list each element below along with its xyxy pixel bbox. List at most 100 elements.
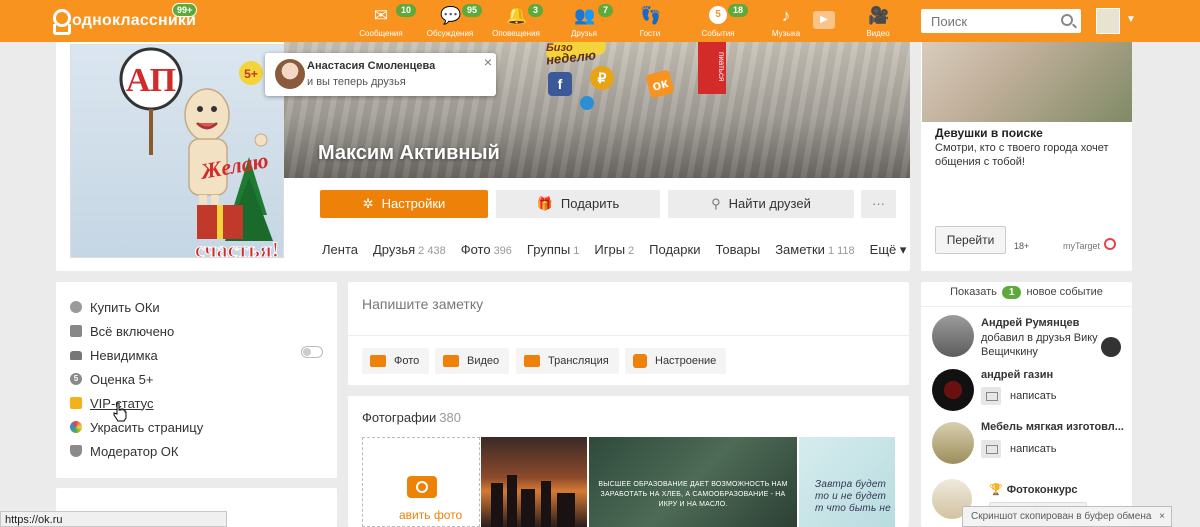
avatar-happy-text: счастья! [195,237,279,258]
note-photo-button[interactable]: Фото [362,348,430,374]
nav-messages[interactable]: ✉ 10 Сообщения [358,0,417,42]
friend-notification-popup[interactable]: Анастасия Смоленцева и вы теперь друзья … [265,53,496,96]
tab-gifts[interactable]: Подарки [649,242,700,258]
search-icon[interactable] [1061,14,1073,26]
rating-five-plus-icon: 5 [70,373,82,385]
nav-notifications[interactable]: 🔔 3 Оповещения [488,0,544,42]
tab-more[interactable]: Ещё ▾ [870,242,907,258]
show-new-events[interactable]: Показать 1 новое событие [921,286,1132,299]
friends-icon: 👥 [574,6,596,25]
tab-count: 2 [628,245,635,257]
feed-name-1[interactable]: Андрей Румянцев [981,317,1079,329]
add-photo-button[interactable]: авить фото [362,437,480,527]
note-action-label: Видео [467,355,500,367]
more-button[interactable]: ··· [861,190,896,218]
tab-games[interactable]: Игры 2 [594,242,634,258]
note-mood-button[interactable]: Настроение [625,348,727,374]
menu-invisible[interactable]: Невидимка [70,346,158,364]
photos-section: Фотографии 380 авить фото ВЫСШЕЕ ОБРАЗОВА… [348,396,909,527]
nav-friends[interactable]: 👥 7 Друзья [562,0,614,42]
menu-decorate[interactable]: Украсить страницу [70,418,203,436]
tab-goods[interactable]: Товары [715,242,760,258]
menu-moderator[interactable]: Модератор ОК [70,442,178,460]
screenshot-toast: Скриншот скопирован в буфер обмена × [962,506,1172,527]
nav-video[interactable]: 🎥 Видео [860,0,896,42]
user-avatar[interactable] [1096,8,1120,34]
close-icon[interactable]: × [1159,507,1165,526]
tab-friends[interactable]: Друзья 2 438 [373,242,446,258]
search-box[interactable] [921,9,1081,33]
ok-logo[interactable]: одноклассники 99+ [52,3,198,35]
nav-music[interactable]: ♪ Музыка [766,0,806,42]
feed-avatar-1[interactable] [932,315,974,357]
ad-text[interactable]: Смотри, кто с твоего города хочет общени… [935,141,1125,169]
bell-icon: 🔔 [506,6,528,25]
tab-photos[interactable]: Фото 396 [461,242,512,258]
gift-button[interactable]: 🎁 Подарить [496,190,660,218]
avatar-letters: АП [126,62,176,99]
feed-write-button-3[interactable]: написать [981,440,1056,458]
envelope-icon [981,387,1001,405]
ad-go-button[interactable]: Перейти [935,226,1006,254]
feed-avatar-2[interactable] [932,369,974,411]
note-input[interactable]: Напишите заметку [362,296,483,312]
photos-title[interactable]: Фотографии 380 [362,410,461,425]
nav-play[interactable]: ▶ [812,0,836,42]
feed-mini-avatar[interactable] [1101,337,1121,357]
ok-logo-icon [52,9,71,35]
note-video-button[interactable]: Видео [435,348,510,374]
ad-banner[interactable]: Девушки в поиске Смотри, кто с твоего го… [921,42,1132,271]
feed-avatar-3[interactable] [932,422,974,464]
envelope-icon: ✉ [373,6,389,25]
photo-thumb-tomorrow[interactable]: Завтра будет то и не будет т что быть не [799,437,895,527]
ad-network-label[interactable]: myTarget [1063,241,1100,251]
notification-name[interactable]: Анастасия Смоленцева [307,60,435,72]
nav-guests[interactable]: 👣 Гости [632,0,668,42]
tab-label: Игры [594,242,626,257]
invisible-toggle[interactable] [301,346,323,358]
tab-label: Группы [526,242,571,257]
moderator-shield-icon [70,445,82,457]
gear-icon: ✲ [362,196,374,211]
tab-groups[interactable]: Группы 1 [527,242,579,258]
tab-notes[interactable]: Заметки 1 118 [775,242,854,258]
note-stream-button[interactable]: Трансляция [516,348,619,374]
photo-thumb-city[interactable] [481,437,587,527]
tab-label: Заметки [775,242,825,257]
ad-image[interactable] [922,42,1132,122]
hand-cursor-icon [113,402,127,422]
feed-write-button-2[interactable]: написать [981,387,1056,405]
nav-events-label: События [701,29,735,38]
menu-all-inclusive[interactable]: Всё включено [70,322,174,340]
settings-button[interactable]: ✲ Настройки [320,190,488,218]
menu-label: Невидимка [90,347,158,363]
profile-name[interactable]: Максим Активный [318,142,500,165]
feed-name-2[interactable]: андрей газин [981,369,1053,381]
tab-label: Товары [715,242,761,257]
notification-avatar[interactable] [275,59,305,89]
avatar-illustration: АП 5+ Желаю счастья! [119,47,280,258]
nav-friends-label: Друзья [571,29,597,38]
feed-name-3[interactable]: Мебель мягкая изготовл... [981,421,1124,433]
tab-feed[interactable]: Лента [322,242,358,258]
play-icon: ▶ [813,11,835,29]
tab-label: Лента [322,242,358,257]
nav-discussions[interactable]: 💬 95 Обсуждения [422,0,483,42]
menu-vip[interactable]: VIP-статус [70,394,154,412]
photo-thumb-quote[interactable]: ВЫСШЕЕ ОБРАЗОВАНИЕ ДАЕТ ВОЗМОЖНОСТЬ НАМ … [589,437,797,527]
tab-label: Фото [460,242,491,257]
nav-notifications-label: Оповещения [492,29,540,38]
menu-rating[interactable]: 5 Оценка 5+ [70,370,153,388]
profile-avatar[interactable]: АП 5+ Желаю счастья! [70,44,284,258]
menu-buy-ok[interactable]: Купить ОКи [70,298,160,316]
chevron-down-icon[interactable]: ▼ [1126,14,1136,25]
nav-video-label: Видео [866,29,890,38]
close-icon[interactable]: × [484,54,492,70]
search-input[interactable] [921,9,1051,33]
find-friends-button[interactable]: ⚲ Найти друзей [668,190,854,218]
ad-title[interactable]: Девушки в поиске [935,126,1043,140]
divider [348,335,909,336]
nav-events[interactable]: 5 18 События [696,0,749,42]
photo-contest-title[interactable]: 🏆 Фотоконкурс [989,483,1078,496]
photos-title-text: Фотографии [362,410,437,425]
